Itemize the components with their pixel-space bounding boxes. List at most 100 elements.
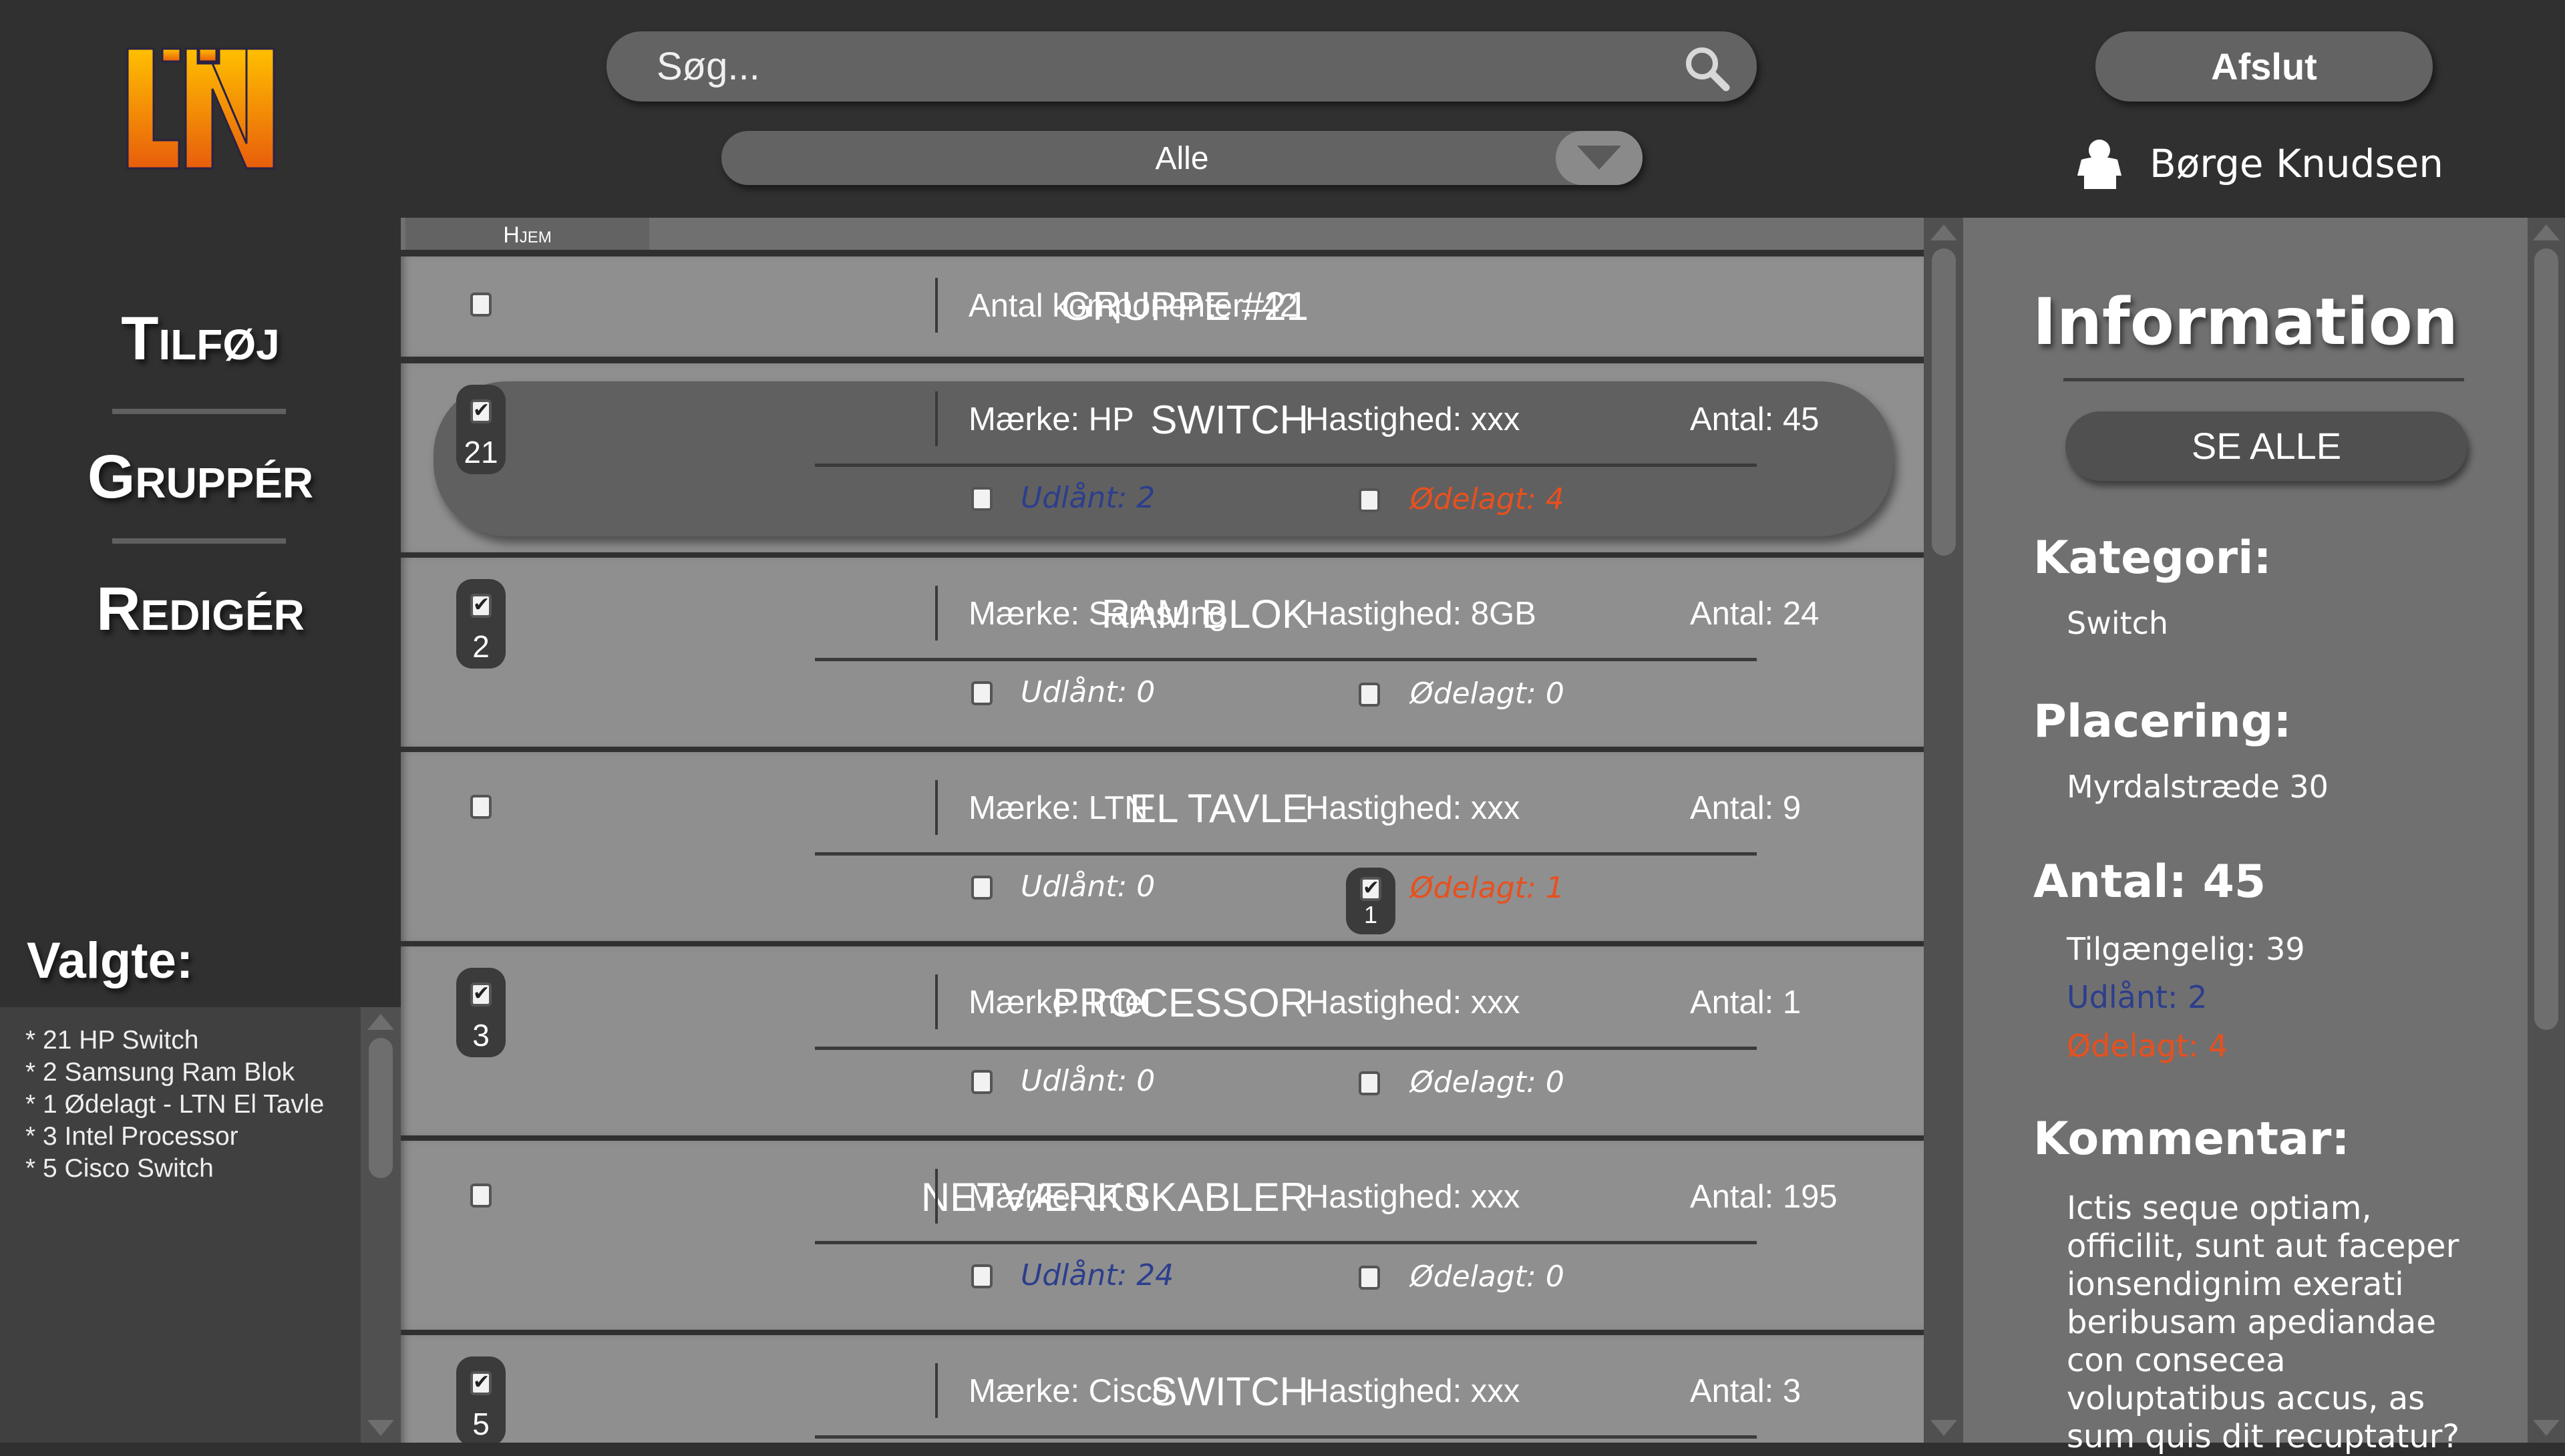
selection-count: 5 xyxy=(472,1407,490,1441)
selected-scrollbar[interactable] xyxy=(361,1007,401,1443)
filter-dropdown[interactable]: Alle xyxy=(721,131,1643,185)
count-label: Antal: 45 xyxy=(2033,856,2266,908)
item-checkbox[interactable]: ✔ xyxy=(470,1371,492,1395)
item-row[interactable]: EL TAVLE Mærke: LTN Hastighed: xxx Antal: 9… xyxy=(401,752,1924,941)
selected-item: * 1 Ødelagt - LTN El Tavle xyxy=(25,1090,325,1119)
item-count: Antal: 9 xyxy=(1690,790,1802,826)
selection-count-badge[interactable]: ✔ 3 xyxy=(456,968,506,1057)
item-row[interactable]: NETVÆRKSKABLER Mærke: LTN Hastighed: xxx An… xyxy=(401,1141,1924,1330)
broken-count: 1 xyxy=(1363,901,1378,928)
broken-checkbox[interactable] xyxy=(1359,1071,1380,1095)
broken-status: Ødelagt: 0 xyxy=(1410,1260,1564,1294)
comment-text: Ictis seque optiam, officilit, sunt aut … xyxy=(2067,1190,2459,1455)
divider xyxy=(815,852,1757,856)
selection-count-badge[interactable]: ✔ 5 xyxy=(456,1356,506,1443)
filter-selected: Alle xyxy=(1155,141,1209,176)
broken-checkbox[interactable] xyxy=(1359,488,1380,512)
category-label: Kategori: xyxy=(2033,532,2272,584)
group-row[interactable]: GRUPPE #21 Antal komponenter: 42 xyxy=(401,256,1924,357)
item-checkbox[interactable]: ✔ xyxy=(470,399,492,423)
divider xyxy=(935,780,938,835)
breadcrumb-home[interactable]: Hjem xyxy=(405,218,649,250)
nav-divider xyxy=(112,409,286,414)
broken-checkbox[interactable]: ✔ xyxy=(1360,877,1381,901)
broken-status: Ødelagt: 4 xyxy=(1410,482,1564,516)
user-icon xyxy=(2077,140,2121,189)
scroll-down-icon[interactable] xyxy=(367,1420,394,1436)
list-scrollbar[interactable] xyxy=(1924,218,1963,1443)
item-brand: Mærke: Cisco xyxy=(969,1373,1171,1409)
user-info: Børge Knudsen xyxy=(2076,134,2443,194)
divider xyxy=(815,658,1757,661)
loaned-checkbox[interactable] xyxy=(971,1264,993,1288)
scroll-down-icon[interactable] xyxy=(2533,1420,2560,1436)
divider xyxy=(935,1363,938,1418)
item-speed: Hastighed: xxx xyxy=(1305,401,1520,437)
info-scrollbar[interactable] xyxy=(2528,218,2565,1443)
divider xyxy=(935,1169,938,1224)
selection-count-badge[interactable]: ✔ 21 xyxy=(456,385,506,474)
divider xyxy=(935,391,938,446)
item-name: SWITCH xyxy=(1150,397,1309,442)
item-row[interactable]: ✔ 3 PROCESSOR Mærke: Intel Hastighed: xxx Ant… xyxy=(401,946,1924,1135)
nav-rediger[interactable]: Redigér xyxy=(0,574,401,645)
divider xyxy=(935,278,938,333)
loaned-value: Udlånt: 2 xyxy=(2067,979,2208,1015)
item-count: Antal: 3 xyxy=(1690,1373,1802,1409)
item-row[interactable]: ✔ 21 SWITCH Mærke: HP Hastighed: xxx Antal: 4… xyxy=(401,363,1924,552)
item-checkbox[interactable] xyxy=(470,795,492,819)
nav-grupper[interactable]: Gruppér xyxy=(0,442,401,512)
nav-tilfoej[interactable]: Tilføj xyxy=(0,304,401,374)
selected-item: * 2 Samsung Ram Blok xyxy=(25,1058,295,1087)
group-checkbox[interactable] xyxy=(470,293,492,317)
search-input[interactable] xyxy=(657,31,1592,102)
loaned-checkbox[interactable] xyxy=(971,487,993,511)
item-count: Antal: 1 xyxy=(1690,984,1802,1021)
scroll-up-icon[interactable] xyxy=(2533,224,2560,240)
item-row[interactable]: ✔ 5 SWITCH Mærke: Cisco Hastighed: xxx Antal:… xyxy=(401,1335,1924,1443)
item-speed: Hastighed: xxx xyxy=(1305,984,1520,1021)
item-brand: Mærke: LTN xyxy=(969,790,1148,826)
breadcrumb: Hjem xyxy=(401,218,1924,250)
broken-status: Ødelagt: 0 xyxy=(1410,677,1564,711)
item-checkbox[interactable] xyxy=(470,1184,492,1208)
loaned-checkbox[interactable] xyxy=(971,876,993,900)
scroll-thumb[interactable] xyxy=(1932,248,1956,556)
item-count: Antal: 24 xyxy=(1690,596,1820,632)
broken-count-badge[interactable]: ✔ 1 xyxy=(1346,868,1395,934)
scroll-up-icon[interactable] xyxy=(367,1014,394,1030)
dropdown-toggle[interactable] xyxy=(1556,131,1643,185)
exit-button[interactable]: Afslut xyxy=(2095,31,2433,102)
item-speed: Hastighed: 8GB xyxy=(1305,596,1536,632)
selected-list: * 21 HP Switch * 2 Samsung Ram Blok * 1 Ød… xyxy=(0,1007,361,1443)
search-bar xyxy=(607,31,1757,102)
location-label: Placering: xyxy=(2033,695,2292,748)
item-checkbox[interactable]: ✔ xyxy=(470,594,492,618)
item-brand: Mærke: Samsung xyxy=(969,596,1227,632)
selection-count-badge[interactable]: ✔ 2 xyxy=(456,579,506,669)
search-icon[interactable] xyxy=(1683,45,1730,92)
item-row[interactable]: ✔ 2 RAM BLOK Mærke: Samsung Hastighed: 8GB An… xyxy=(401,558,1924,747)
selection-count: 3 xyxy=(472,1018,490,1053)
see-all-button[interactable]: SE ALLE xyxy=(2065,411,2467,481)
loaned-checkbox[interactable] xyxy=(971,681,993,705)
scroll-up-icon[interactable] xyxy=(1930,224,1957,240)
broken-checkbox[interactable] xyxy=(1359,1266,1380,1290)
info-panel: Information SE ALLE Kategori: Switch Pla… xyxy=(1963,218,2528,1455)
user-name: Børge Knudsen xyxy=(2150,141,2444,186)
loaned-status: Udlånt: 0 xyxy=(1021,1064,1156,1098)
ltn-logo xyxy=(126,47,275,170)
location-value: Myrdalstræde 30 xyxy=(2067,769,2329,805)
selected-item: * 21 HP Switch xyxy=(25,1026,199,1055)
scroll-down-icon[interactable] xyxy=(1930,1420,1957,1436)
scroll-thumb[interactable] xyxy=(2534,248,2558,1030)
item-brand: Mærke: Intel xyxy=(969,984,1151,1021)
scroll-thumb[interactable] xyxy=(369,1038,393,1178)
component-list: Hjem GRUPPE #21 Antal komponenter: 42 ✔ 2… xyxy=(401,218,1924,1443)
info-title: Information xyxy=(2032,285,2459,359)
selected-item: * 5 Cisco Switch xyxy=(25,1154,214,1183)
loaned-status: Udlånt: 24 xyxy=(1021,1258,1174,1292)
item-checkbox[interactable]: ✔ xyxy=(470,982,492,1007)
broken-checkbox[interactable] xyxy=(1359,683,1380,707)
loaned-checkbox[interactable] xyxy=(971,1070,993,1094)
